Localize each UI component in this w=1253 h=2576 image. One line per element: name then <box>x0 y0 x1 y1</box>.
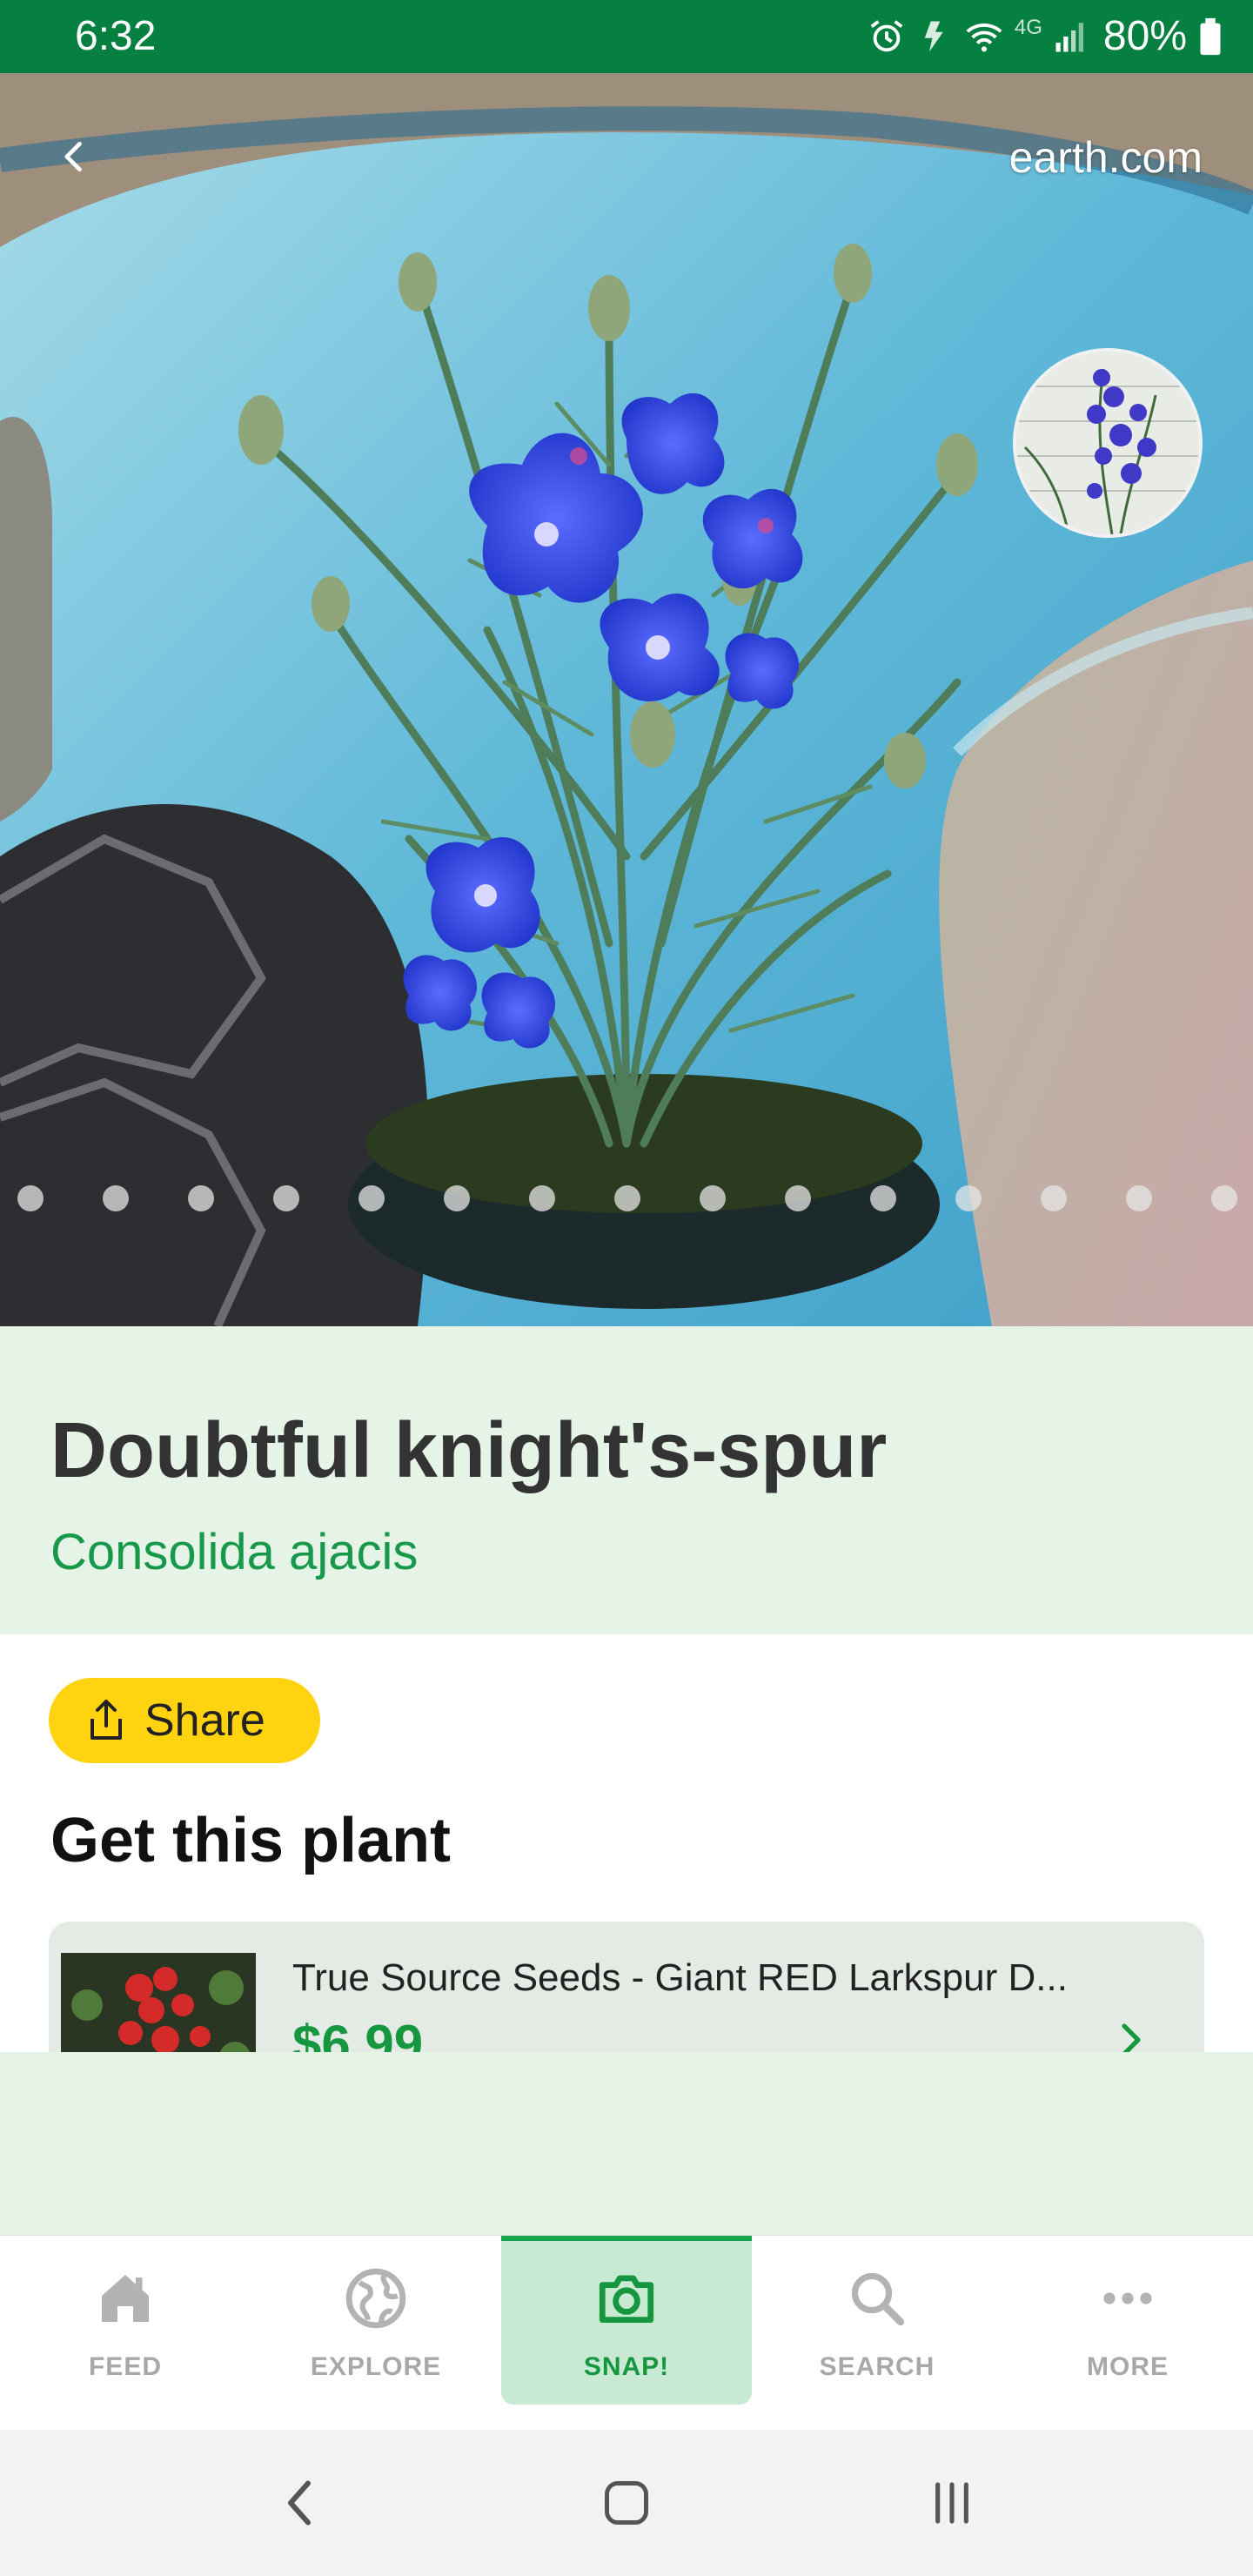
battery-percentage: 80% <box>1102 13 1187 59</box>
battery-icon <box>1200 17 1221 56</box>
carousel-dot[interactable] <box>17 1185 44 1211</box>
data-transfer-icon <box>924 21 943 52</box>
plant-scientific-name: Consolida ajacis <box>50 1524 419 1580</box>
reference-photo <box>1016 352 1199 534</box>
carousel-dot[interactable] <box>273 1185 299 1211</box>
nav-item-more[interactable]: MORE <box>1002 2236 1253 2431</box>
system-recents-button[interactable] <box>917 2468 987 2538</box>
system-recents-icon <box>935 2482 968 2524</box>
carousel-dot[interactable] <box>103 1185 129 1211</box>
reference-photo-thumbnail[interactable] <box>1013 348 1203 538</box>
content-footer-band <box>0 2052 1253 2235</box>
back-arrow-icon <box>64 141 82 172</box>
share-icon <box>90 1700 122 1740</box>
get-this-plant-heading: Get this plant <box>50 1806 452 1875</box>
carousel-dot[interactable] <box>529 1185 555 1211</box>
carousel-dot[interactable] <box>188 1185 214 1211</box>
plant-photo-carousel[interactable]: earth.com <box>0 73 1253 1326</box>
carousel-dot[interactable] <box>955 1185 982 1211</box>
share-label: Share <box>144 1695 265 1746</box>
system-home-icon <box>605 2481 648 2525</box>
plant-photo <box>0 73 1253 1326</box>
system-back-icon <box>288 2480 311 2526</box>
nav-label-more: MORE <box>1087 2352 1169 2381</box>
carousel-dot[interactable] <box>1041 1185 1067 1211</box>
carousel-dot[interactable] <box>1211 1185 1237 1211</box>
product-price: $6.99 <box>292 2015 424 2052</box>
carousel-dot[interactable] <box>1126 1185 1152 1211</box>
signal-icon <box>1055 23 1083 52</box>
chevron-right-icon <box>1122 2023 1141 2052</box>
plant-details: Share Get this plant True Source Seeds -… <box>0 1634 1253 2052</box>
carousel-dot[interactable] <box>444 1185 470 1211</box>
carousel-dot[interactable] <box>358 1185 385 1211</box>
carousel-dot[interactable] <box>870 1185 896 1211</box>
nav-item-snap[interactable]: SNAP! <box>501 2236 752 2405</box>
status-icons: 4G 80% <box>867 12 1223 61</box>
nav-label-snap: SNAP! <box>583 2352 670 2381</box>
share-button[interactable]: Share <box>49 1678 320 1763</box>
nav-label-explore: EXPLORE <box>310 2352 442 2381</box>
carousel-dot[interactable] <box>700 1185 726 1211</box>
carousel-dot[interactable] <box>614 1185 640 1211</box>
bottom-navigation: FEED EXPLORE SNAP! SEARCH MORE <box>0 2235 1253 2430</box>
photo-source[interactable]: earth.com <box>1009 132 1203 183</box>
status-time: 6:32 <box>75 13 157 59</box>
alarm-icon <box>870 20 903 52</box>
nav-item-search[interactable]: SEARCH <box>752 2236 1002 2431</box>
nav-item-feed[interactable]: FEED <box>0 2236 251 2431</box>
system-navigation-bar <box>0 2430 1253 2576</box>
globe-icon <box>341 2264 411 2333</box>
system-home-button[interactable] <box>592 2468 661 2538</box>
home-icon <box>90 2264 160 2333</box>
product-thumbnail <box>61 1953 256 2052</box>
nav-label-feed: FEED <box>88 2352 162 2381</box>
network-type: 4G <box>1014 16 1042 39</box>
system-back-button[interactable] <box>265 2468 334 2538</box>
plant-common-name: Doubtful knight's-spur <box>50 1407 888 1494</box>
more-icon <box>1093 2264 1163 2333</box>
search-icon <box>842 2264 912 2333</box>
status-bar: 6:32 4G 80% <box>0 0 1253 73</box>
carousel-dot[interactable] <box>785 1185 811 1211</box>
product-card[interactable]: True Source Seeds - Giant RED Larkspur D… <box>49 1922 1204 2052</box>
nav-item-explore[interactable]: EXPLORE <box>251 2236 501 2431</box>
carousel-indicators <box>0 1184 1253 1213</box>
back-button[interactable] <box>40 122 110 191</box>
product-title: True Source Seeds - Giant RED Larkspur D… <box>292 1956 1068 1999</box>
product-photo <box>61 1953 256 2052</box>
nav-label-search: SEARCH <box>819 2352 935 2381</box>
camera-icon <box>592 2264 661 2333</box>
wifi-icon <box>966 23 1002 52</box>
plant-title-section: Doubtful knight's-spur Consolida ajacis <box>0 1326 1253 1634</box>
